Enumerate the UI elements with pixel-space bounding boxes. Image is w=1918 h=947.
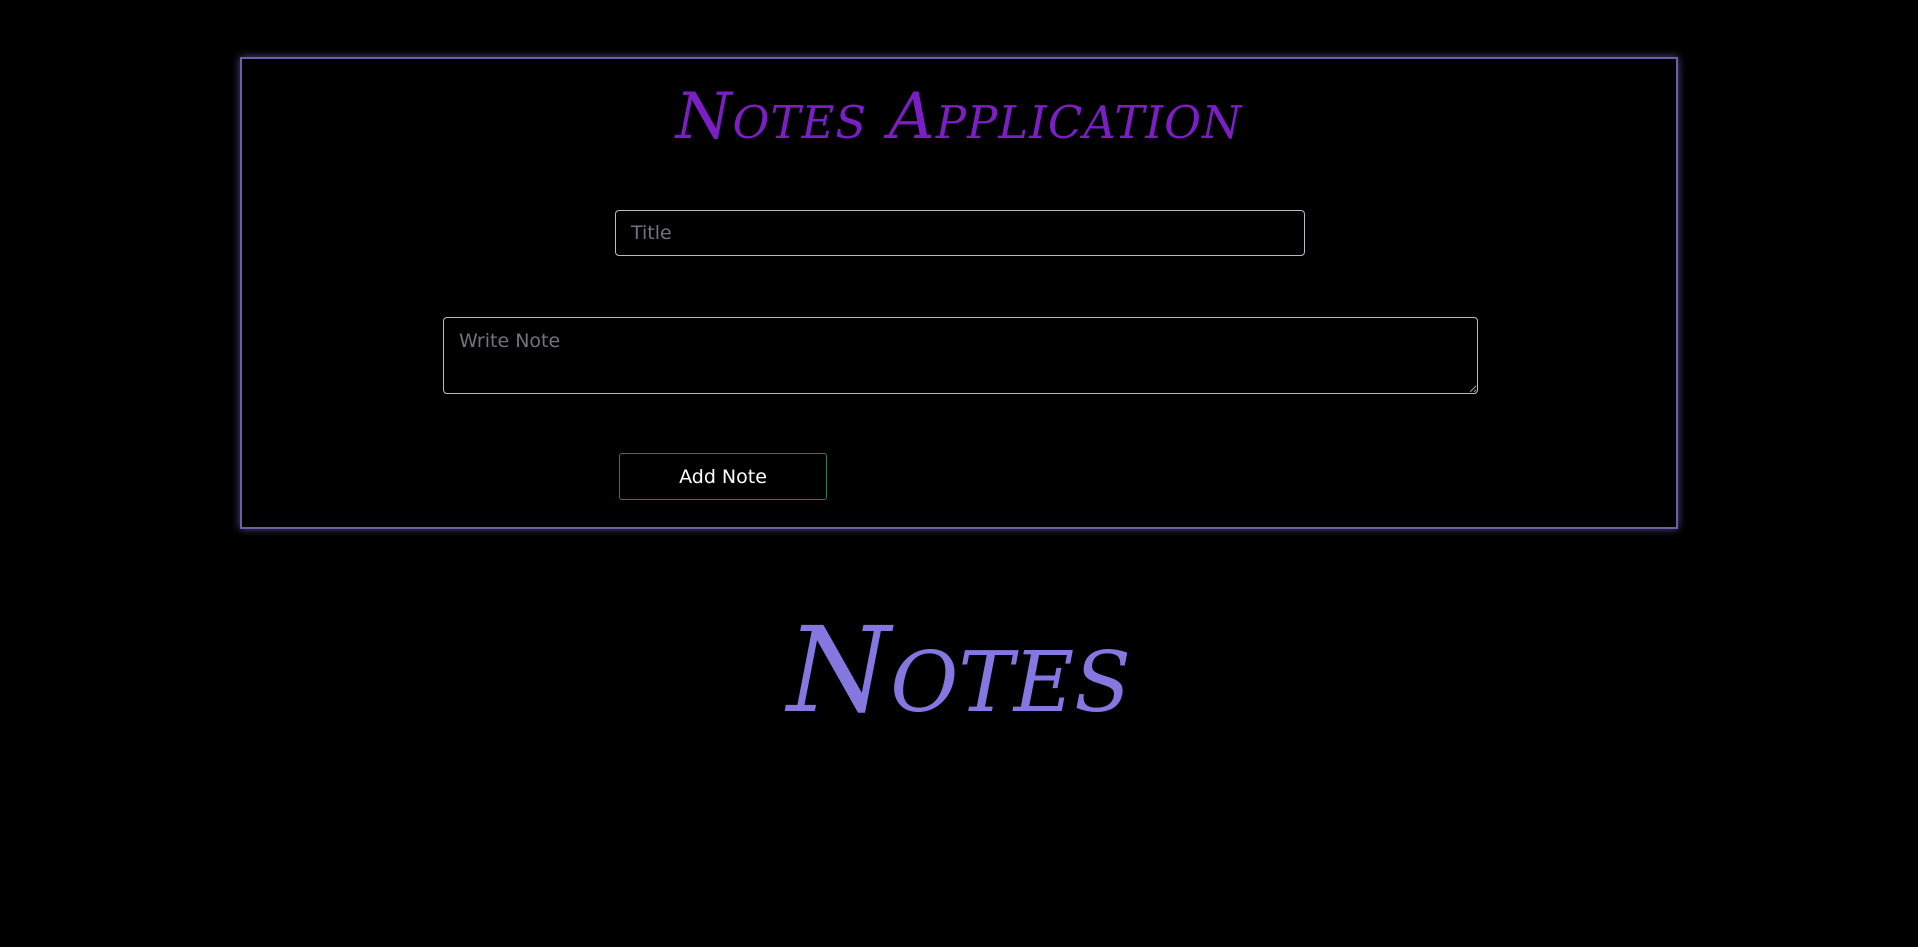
app-title: Notes Application (675, 80, 1243, 154)
notes-page: Notes Application Add Note Notes (0, 0, 1918, 947)
add-note-card: Notes Application Add Note (240, 57, 1678, 529)
notes-heading: Notes (786, 601, 1132, 739)
add-note-button[interactable]: Add Note (619, 453, 827, 500)
title-input[interactable] (615, 210, 1305, 256)
note-textarea[interactable] (443, 317, 1478, 394)
